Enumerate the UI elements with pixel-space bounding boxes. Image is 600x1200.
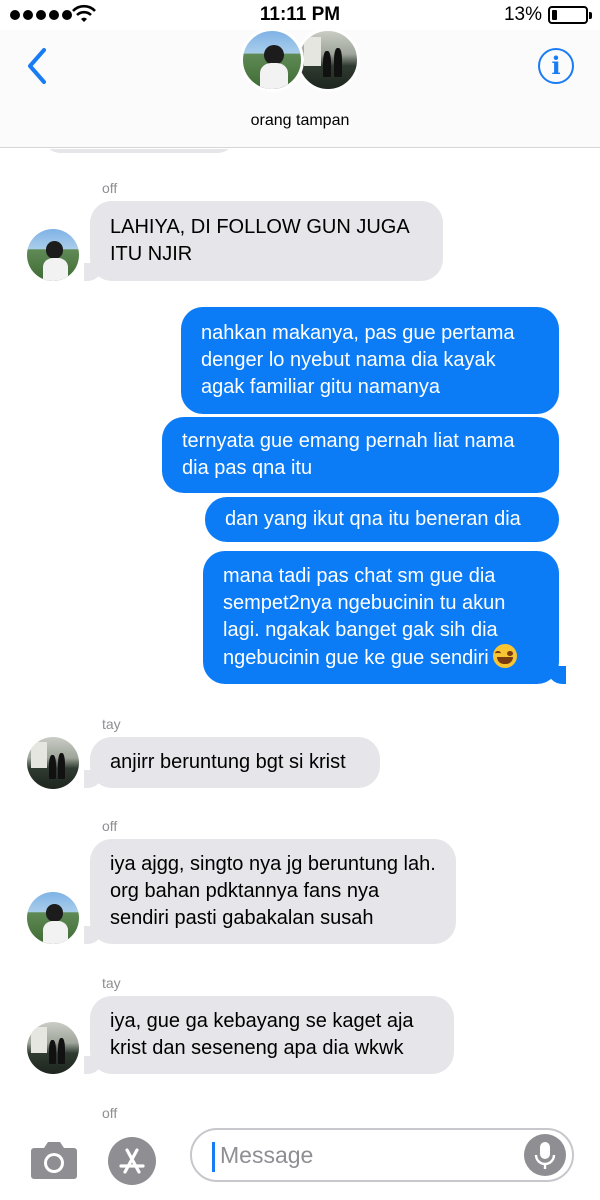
sender-name: tay [102,716,121,732]
message-text: nahkan makanya, pas gue pertama denger l… [201,322,515,398]
outgoing-message[interactable]: ternyata gue emang pernah liat nama dia … [162,417,559,493]
sender-name: off [102,180,118,196]
outgoing-message[interactable]: mana tadi pas chat sm gue dia sempet2nya… [203,551,566,684]
message-text: iya, gue ga kebayang se kaget aja krist … [110,1010,414,1059]
message-placeholder: Message [220,1142,314,1168]
app-store-icon[interactable] [108,1137,156,1185]
incoming-message[interactable]: iya, gue ga kebayang se kaget aja krist … [84,996,454,1074]
avatar-tay [296,28,360,92]
message-text: dan yang ikut qna itu beneran dia [225,508,521,530]
incoming-message[interactable]: LAHIYA, DI FOLLOW GUN JUGA ITU NJIR [84,201,443,281]
message-text: anjirr beruntung bgt si krist [110,751,346,773]
incoming-message[interactable]: anjirr beruntung bgt si krist [84,737,380,788]
sender-name: off [102,1105,118,1120]
battery-icon [548,6,592,24]
avatar-off[interactable] [27,892,79,944]
message-input[interactable]: Message [190,1128,574,1182]
message-list[interactable]: off LAHIYA, DI FOLLOW GUN JUGA ITU NJIR … [0,149,600,1120]
sender-name: off [102,818,118,834]
battery-percentage: 13% [503,4,542,25]
sender-name: tay [102,975,121,991]
message-text: ternyata gue emang pernah liat nama dia … [182,430,515,479]
message-text: LAHIYA, DI FOLLOW GUN JUGA ITU NJIR [110,216,409,265]
avatar-off [240,28,304,92]
camera-icon[interactable] [30,1138,78,1180]
chevron-left-icon[interactable] [22,44,54,88]
tears-of-joy-emoji [492,644,517,668]
info-icon[interactable]: i [538,48,574,84]
outgoing-message[interactable]: dan yang ikut qna itu beneran dia [205,497,559,542]
microphone-icon[interactable] [524,1134,566,1176]
avatar-tay[interactable] [27,737,79,789]
outgoing-message[interactable]: nahkan makanya, pas gue pertama denger l… [181,307,559,414]
message-text: iya ajgg, singto nya jg beruntung lah. o… [110,853,436,929]
previous-message-bubble [44,149,234,153]
message-input-bar: Message [0,1120,600,1200]
text-cursor [212,1142,215,1172]
avatar-off[interactable] [27,229,79,281]
avatar-tay[interactable] [27,1022,79,1074]
status-bar: 11:11 PM 13% [0,0,600,30]
group-name[interactable]: orang tampan [0,112,600,130]
conversation-header: orang tampan i [0,28,600,148]
incoming-message[interactable]: iya ajgg, singto nya jg beruntung lah. o… [84,839,456,944]
group-avatar[interactable] [240,28,365,92]
message-text: mana tadi pas chat sm gue dia sempet2nya… [223,565,506,669]
